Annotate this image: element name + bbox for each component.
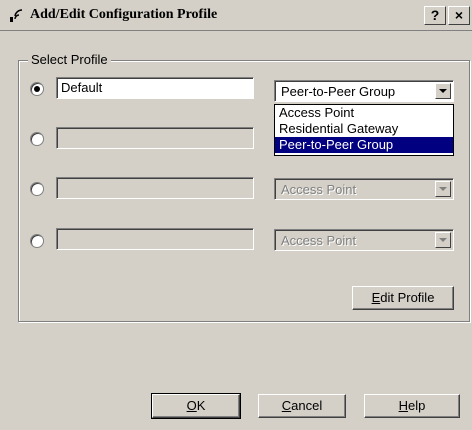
cancel-button[interactable]: Cancel <box>258 394 346 418</box>
chevron-down-icon <box>439 89 447 93</box>
profile-2-radio[interactable] <box>30 132 44 146</box>
edit-profile-button[interactable]: Edit Profile <box>352 286 454 310</box>
profile-2-name-input[interactable] <box>56 127 254 149</box>
wireless-icon <box>10 9 23 22</box>
profile-1-type-select[interactable]: Peer-to-Peer Group <box>274 80 454 102</box>
profile-3-name-input[interactable] <box>56 177 254 199</box>
profile-3-type-value: Access Point <box>281 182 357 197</box>
chevron-down-icon <box>439 238 447 242</box>
profile-1-name-input[interactable]: Default <box>56 77 254 99</box>
profile-4-radio[interactable] <box>30 234 44 248</box>
cancel-mnemonic: C <box>281 398 292 413</box>
ok-mnemonic: O <box>186 398 197 413</box>
profile-4-dropdown-button[interactable] <box>435 232 451 248</box>
profile-1-radio[interactable] <box>30 82 44 96</box>
profile-4-name-input[interactable] <box>56 228 254 250</box>
profile-3-dropdown-button[interactable] <box>435 181 451 197</box>
profile-3-type-select[interactable]: Access Point <box>274 178 454 200</box>
dropdown-option-peer-to-peer-group[interactable]: Peer-to-Peer Group <box>275 137 453 153</box>
ok-button[interactable]: OK <box>151 393 241 419</box>
group-label: Select Profile <box>28 52 111 67</box>
help-mnemonic: H <box>398 398 409 413</box>
profile-3-radio[interactable] <box>30 182 44 196</box>
profile-4-type-value: Access Point <box>281 233 357 248</box>
close-button[interactable]: × <box>448 6 470 25</box>
dropdown-option-access-point[interactable]: Access Point <box>275 105 453 121</box>
edit-profile-rest: dit Profile <box>380 290 435 305</box>
cancel-rest: ancel <box>291 398 323 413</box>
ok-rest: K <box>196 398 206 413</box>
help-title-button[interactable]: ? <box>424 6 446 25</box>
profile-4-type-select[interactable]: Access Point <box>274 229 454 251</box>
window-title: Add/Edit Configuration Profile <box>30 7 218 22</box>
edit-profile-mnemonic: E <box>371 290 381 305</box>
title-bar: Add/Edit Configuration Profile ? × <box>0 0 472 31</box>
profile-1-dropdown-button[interactable] <box>435 83 451 99</box>
dropdown-option-residential-gateway[interactable]: Residential Gateway <box>275 121 453 137</box>
profile-type-dropdown-list[interactable]: Access Point Residential Gateway Peer-to… <box>274 104 454 156</box>
help-rest: elp <box>408 398 426 413</box>
chevron-down-icon <box>439 187 447 191</box>
profile-1-type-value: Peer-to-Peer Group <box>281 84 396 99</box>
help-button[interactable]: Help <box>364 394 460 418</box>
